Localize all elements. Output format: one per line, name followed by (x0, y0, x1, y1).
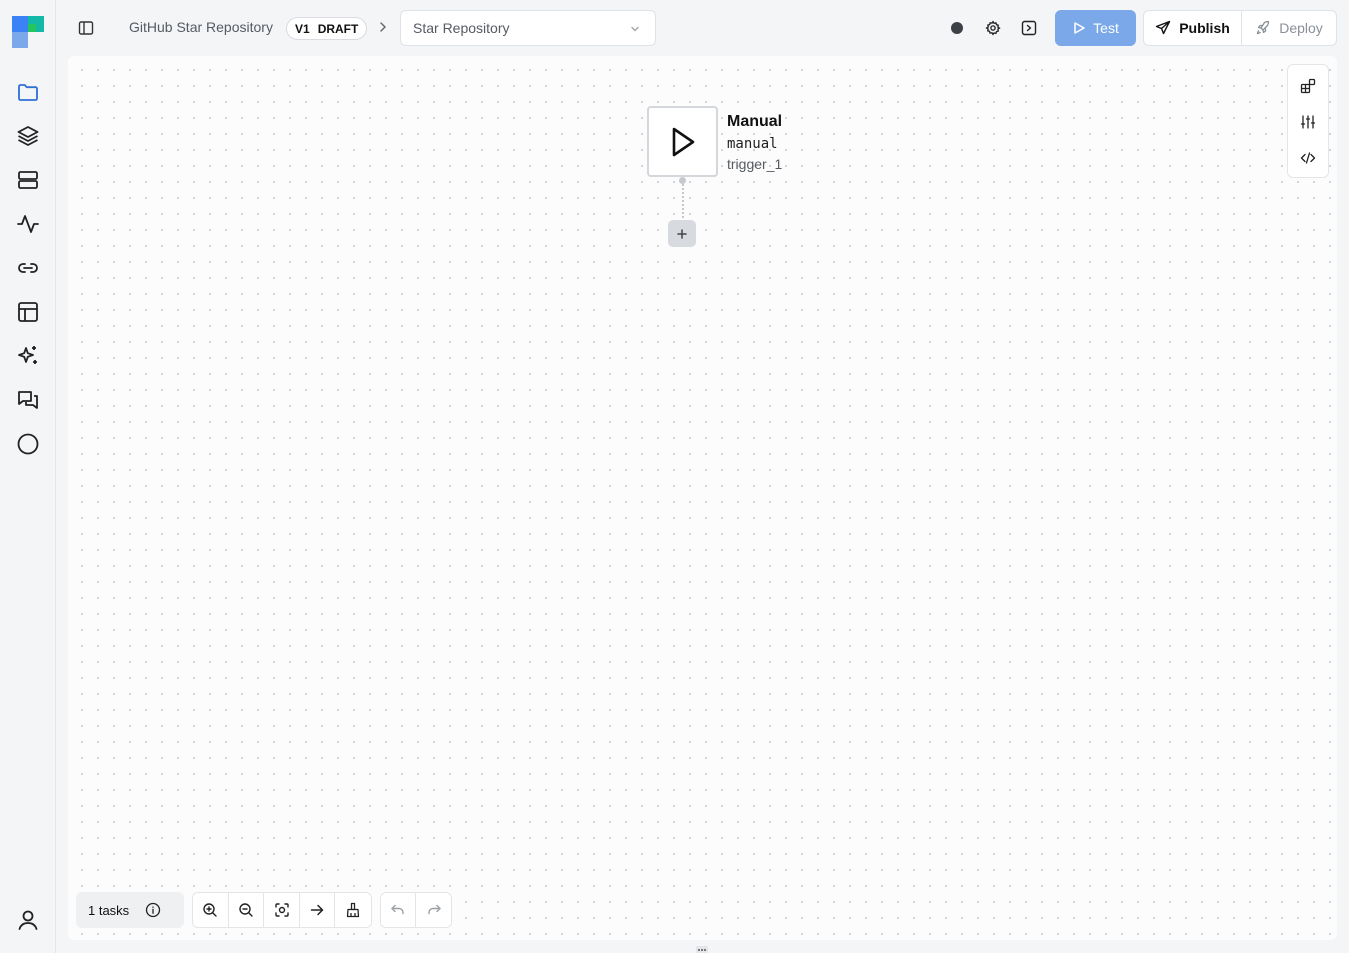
canvas-side-toolbar (1287, 64, 1329, 178)
fit-view-icon (274, 903, 289, 917)
node-id: trigger_1 (727, 156, 783, 172)
panel-left-icon (78, 21, 94, 35)
sidebar-item-servers[interactable] (12, 164, 44, 196)
messages-icon (18, 391, 38, 409)
top-bar: GitHub Star Repository V1 DRAFT Star Rep… (56, 0, 1349, 56)
sidebar-item-chat[interactable] (12, 384, 44, 416)
clean-layout-button[interactable] (335, 893, 371, 927)
arrow-right-icon (310, 904, 324, 916)
tasks-counter: 1 tasks (76, 892, 184, 928)
node-output-handle[interactable] (679, 177, 686, 184)
gear-icon (985, 20, 1001, 36)
zoom-out-button[interactable] (229, 893, 265, 927)
terminal-icon (1021, 20, 1037, 36)
send-icon (1156, 20, 1171, 35)
link-icon (18, 263, 38, 273)
undo-icon (391, 904, 404, 915)
zoom-controls (192, 892, 372, 928)
plus-icon (677, 228, 687, 239)
sliders-icon (1300, 115, 1316, 129)
activity-icon (17, 215, 39, 233)
app-logo[interactable] (12, 16, 44, 48)
user-icon (18, 910, 38, 930)
sidebar-item-status[interactable] (12, 428, 44, 460)
history-controls (380, 892, 452, 928)
info-icon[interactable] (145, 902, 161, 918)
app: GitHub Star Repository V1 DRAFT Star Rep… (0, 0, 1349, 953)
redo-icon (427, 904, 441, 915)
version-badge: V1 DRAFT (286, 17, 368, 40)
fit-view-button[interactable] (264, 893, 300, 927)
sidebar-item-tables[interactable] (12, 296, 44, 328)
sidebar-item-connections[interactable] (12, 252, 44, 284)
status-indicator (951, 22, 963, 34)
sidebar-toggle-button[interactable] (74, 16, 98, 40)
rocket-icon (1257, 20, 1270, 35)
code-icon (1300, 152, 1316, 164)
chevron-down-icon (631, 26, 639, 32)
flow-canvas[interactable]: Manual manual trigger_1 1 tasks (68, 56, 1337, 940)
sidebar (0, 0, 56, 953)
node-type: manual (727, 136, 778, 152)
sidebar-item-activity[interactable] (12, 208, 44, 240)
sparkles-icon (18, 346, 37, 364)
play-icon (1074, 22, 1085, 34)
test-button[interactable]: Test (1055, 10, 1136, 46)
zoom-in-icon (203, 903, 217, 917)
server-icon (18, 171, 38, 189)
run-panel-button[interactable] (1017, 16, 1041, 40)
broom-icon (347, 902, 360, 918)
node-title: Manual (727, 113, 783, 130)
sidebar-item-profile[interactable] (12, 904, 44, 936)
sidebar-item-folders[interactable] (12, 76, 44, 108)
sidebar-item-layers[interactable] (12, 120, 44, 152)
deploy-button[interactable]: Deploy (1242, 11, 1336, 45)
circle-icon (17, 433, 39, 455)
deploy-button-label: Deploy (1279, 20, 1323, 36)
publish-deploy-group: Publish Deploy (1143, 10, 1337, 46)
table-icon (18, 302, 38, 322)
redo-button[interactable] (416, 893, 451, 927)
settings-button[interactable] (981, 16, 1005, 40)
flow-settings-button[interactable] (1299, 113, 1317, 131)
code-view-button[interactable] (1299, 149, 1317, 167)
publish-button[interactable]: Publish (1144, 11, 1242, 45)
shapes-icon (1300, 78, 1316, 94)
play-icon (672, 127, 694, 156)
trigger-node[interactable] (647, 106, 718, 177)
add-component-button[interactable] (1299, 77, 1317, 95)
test-button-label: Test (1093, 20, 1119, 36)
zoom-out-icon (239, 903, 253, 917)
version-label: V1 (295, 21, 310, 36)
zoom-in-button[interactable] (193, 893, 229, 927)
tasks-label: 1 tasks (88, 902, 130, 918)
state-label: DRAFT (317, 21, 359, 36)
chevron-right-icon (380, 22, 386, 32)
layers-icon (17, 126, 39, 146)
node-connector (682, 184, 684, 218)
sidebar-item-ai[interactable] (12, 340, 44, 372)
undo-button[interactable] (381, 893, 417, 927)
breadcrumb-flow-name[interactable]: GitHub Star Repository (129, 19, 273, 35)
folder-icon (18, 84, 38, 101)
focus-node-button[interactable] (300, 893, 336, 927)
flow-select[interactable]: Star Repository (400, 10, 656, 46)
publish-button-label: Publish (1179, 20, 1230, 36)
add-node-button[interactable] (668, 220, 696, 247)
bottom-panel-resize-handle[interactable] (696, 946, 708, 953)
flow-select-value: Star Repository (413, 20, 510, 36)
